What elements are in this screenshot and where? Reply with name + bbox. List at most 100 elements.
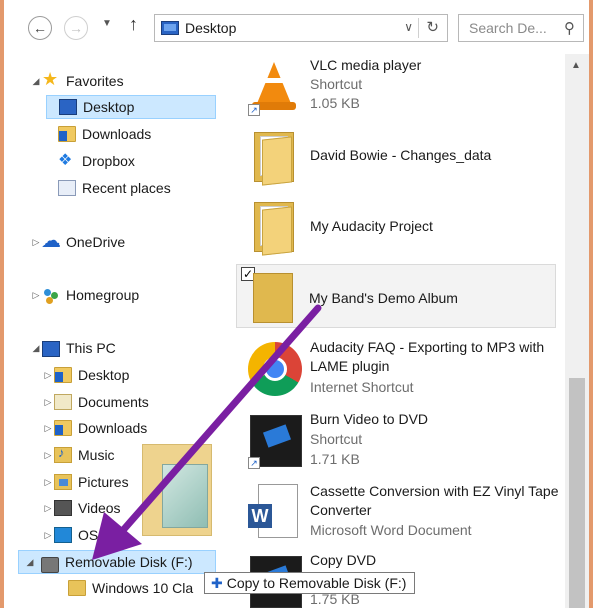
address-bar[interactable]: Desktop ∨ ↻ [154,14,448,42]
desktop-folder-icon [54,367,72,383]
nav-favorites-recent-places[interactable]: Recent places [46,176,171,200]
forward-arrow-icon[interactable]: → [64,16,88,40]
drop-tooltip: ✚ Copy to Removable Disk (F:) [204,572,416,594]
nav-pc-os[interactable]: ▷ OS [42,523,98,547]
address-toolbar: ← → ▼ ↑ Desktop ∨ ↻ Search De... ⚲ [4,0,589,54]
file-name: VLC media player [310,57,422,73]
collapse-icon[interactable]: ◢ [30,343,42,354]
removable-disk-icon [41,557,59,573]
nav-homegroup-label: Homegroup [66,287,140,303]
file-name: David Bowie - Changes_data [310,147,492,163]
search-box[interactable]: Search De... ⚲ [458,14,584,42]
homegroup-icon [42,287,60,303]
nav-removable-disk[interactable]: ◢ Removable Disk (F:) [18,550,216,574]
drag-ghost-folder [136,440,226,540]
nav-item-label: OS [78,527,99,543]
file-name: My Audacity Project [310,218,433,234]
pictures-folder-icon [54,474,72,490]
nav-this-pc[interactable]: ◢ This PC [30,336,116,360]
file-item-bowie-folder[interactable]: David Bowie - Changes_data [238,124,558,192]
nav-item-label: Desktop [83,99,135,115]
scroll-up-icon[interactable]: ▲ [571,60,581,71]
expand-icon[interactable]: ▷ [42,370,54,381]
file-name: Audacity FAQ - Exporting to MP3 with LAM… [310,339,545,374]
plus-icon: ✚ [211,575,223,591]
scrollbar-thumb[interactable] [569,378,585,608]
collapse-icon[interactable]: ◢ [19,557,41,568]
expand-icon[interactable]: ▷ [42,397,54,408]
nav-pc-music[interactable]: ▷ Music [42,443,115,467]
nav-favorites-label: Favorites [66,73,124,89]
expand-icon[interactable]: ▷ [42,503,54,514]
nav-item-label: Dropbox [82,153,135,169]
file-name: Cassette Conversion with EZ Vinyl Tape C… [310,483,559,518]
chevron-down-icon[interactable]: ∨ [404,20,413,34]
file-size: 1.05 KB [310,95,360,111]
nav-item-label: Desktop [78,367,130,383]
file-type: Internet Shortcut [310,379,414,395]
nav-item-label: Pictures [78,474,129,490]
expand-icon[interactable]: ▷ [30,290,42,301]
nav-pc-documents[interactable]: ▷ Documents [42,390,149,414]
refresh-icon[interactable]: ↻ [426,18,439,36]
star-icon [42,69,60,90]
nav-this-pc-label: This PC [66,340,116,356]
file-item-cassette-doc[interactable]: W Cassette Conversion with EZ Vinyl Tape… [238,480,559,544]
file-item-vlc[interactable]: ↗ VLC media player Shortcut 1.05 KB [238,54,558,122]
folder-icon [68,580,86,596]
expand-icon[interactable]: ▷ [42,450,54,461]
file-type: Shortcut [310,431,363,447]
address-separator [418,18,419,38]
nav-pc-pictures[interactable]: ▷ Pictures [42,470,129,494]
nav-pc-desktop[interactable]: ▷ Desktop [42,363,129,387]
videos-folder-icon [54,500,72,516]
nav-pc-downloads[interactable]: ▷ Downloads [42,416,147,440]
file-size: 1.71 KB [310,451,360,467]
expand-icon[interactable]: ▷ [42,477,54,488]
search-icon[interactable]: ⚲ [564,19,575,37]
file-type: Shortcut [310,76,363,92]
file-name: Burn Video to DVD [310,411,429,427]
nav-windows10-folder[interactable]: Windows 10 Cla [56,576,193,600]
nav-item-label: Videos [78,500,121,516]
drop-tooltip-text: Copy to Removable Disk (F:) [226,575,407,591]
chrome-icon [244,340,302,398]
nav-onedrive-label: OneDrive [66,234,126,250]
nav-favorites-downloads[interactable]: Downloads [46,122,151,146]
file-item-band-album[interactable]: ✓ My Band's Demo Album [236,264,556,328]
file-item-audacity-faq[interactable]: Audacity FAQ - Exporting to MP3 with LAM… [238,338,558,400]
cloud-icon [41,228,61,253]
nav-item-label: Downloads [78,420,148,436]
os-drive-icon [54,527,72,543]
documents-folder-icon [54,394,72,410]
nav-favorites-dropbox[interactable]: Dropbox [46,149,135,173]
address-path: Desktop [185,20,237,36]
nav-item-label: Music [78,447,115,463]
back-arrow-icon[interactable]: ← [28,16,52,40]
file-list: ↗ VLC media player Shortcut 1.05 KB Davi… [234,54,565,608]
nav-favorites[interactable]: ◢ Favorites [30,69,124,93]
expand-icon[interactable]: ▷ [42,530,54,541]
folder-icon [244,196,302,256]
nav-favorites-desktop[interactable]: Desktop [46,95,216,119]
vlc-icon: ↗ [244,58,302,116]
nav-item-label: Downloads [82,126,152,142]
recent-places-icon [58,180,76,196]
shortcut-arrow-icon: ↗ [248,457,260,469]
computer-icon [42,341,60,357]
chevron-down-icon[interactable]: ▼ [102,18,112,29]
file-item-burn-video[interactable]: ↗ Burn Video to DVD Shortcut 1.71 KB [238,409,558,477]
up-arrow-icon[interactable]: ↑ [129,14,138,35]
file-type: Microsoft Word Document [310,522,472,538]
nav-onedrive[interactable]: ▷ OneDrive [30,228,126,254]
nav-pc-videos[interactable]: ▷ Videos [42,496,121,520]
downloads-folder-icon [54,420,72,436]
search-input[interactable]: Search De... [469,20,547,36]
nav-removable-disk-label: Removable Disk (F:) [65,554,193,570]
collapse-icon[interactable]: ◢ [30,76,42,87]
nav-homegroup[interactable]: ▷ Homegroup [30,283,140,307]
shortcut-arrow-icon: ↗ [248,104,260,116]
music-folder-icon [54,445,72,463]
expand-icon[interactable]: ▷ [42,423,54,434]
file-item-audacity-project[interactable]: My Audacity Project [238,194,558,262]
